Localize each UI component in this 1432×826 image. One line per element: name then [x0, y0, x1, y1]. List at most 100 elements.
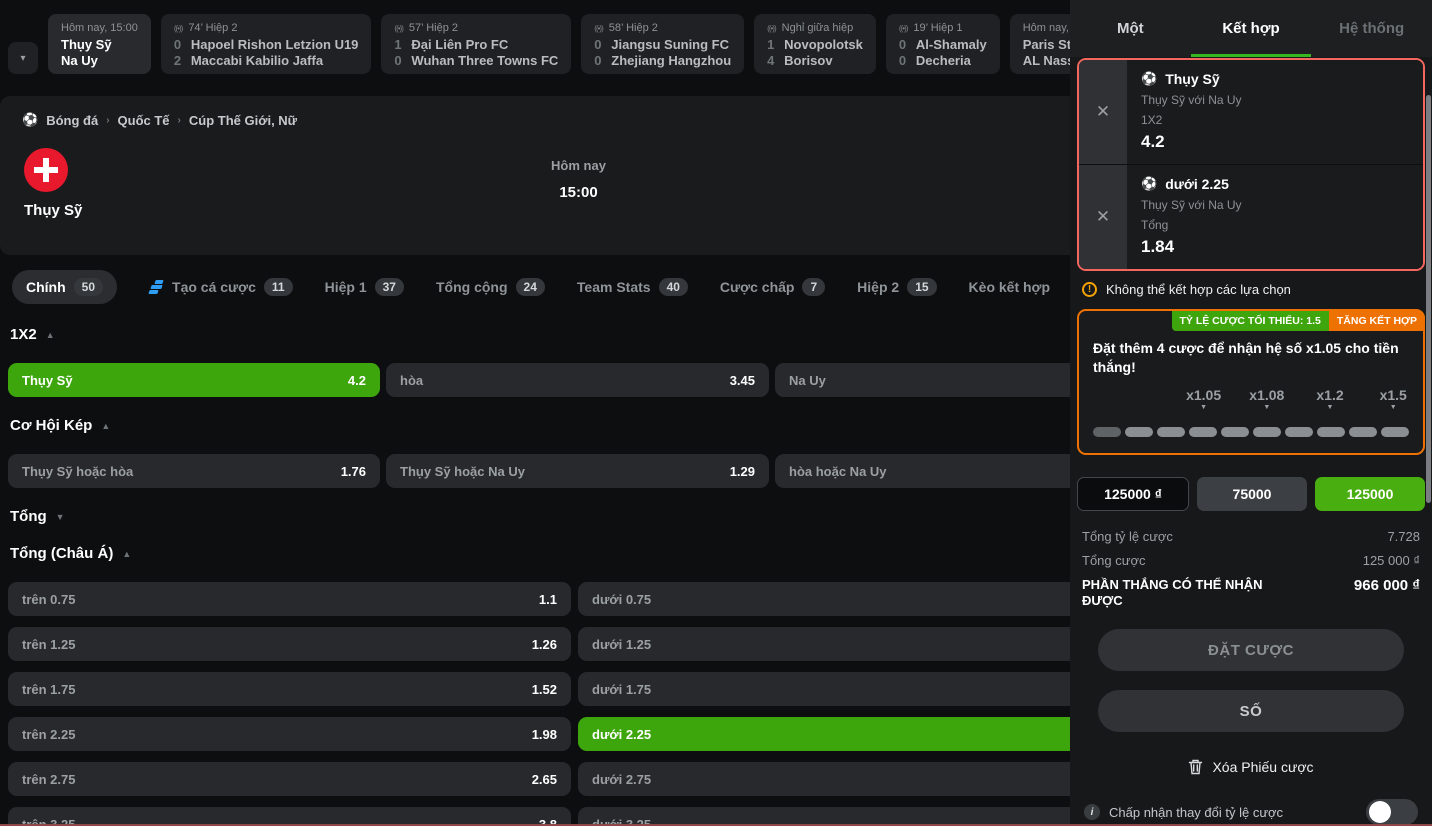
odds-value: 1.29	[730, 464, 755, 479]
so-button[interactable]: SỐ	[1098, 690, 1404, 732]
match-status-text: 74’ Hiệp 2	[188, 22, 237, 34]
team-row: AL Nass	[1023, 53, 1075, 69]
market-title-text: Tổng (Châu Á)	[10, 545, 113, 562]
ticker-match-card[interactable]: ((•)) 74’ Hiệp 2 0Hapoel Rishon Letzion U1…	[161, 14, 372, 74]
team-name: Al-Shamaly	[916, 37, 987, 53]
clear-slip-label: Xóa Phiếu cược	[1212, 759, 1313, 775]
tab-tổng-cộng[interactable]: Tổng cộng24	[436, 278, 545, 296]
odds-label: dưới 1.75	[592, 682, 651, 697]
team-score: 0	[594, 53, 602, 69]
match-status-text: 58’ Hiệp 2	[609, 22, 658, 34]
quick-stake-button[interactable]: 125000	[1315, 477, 1425, 511]
breadcrumb-item[interactable]: Quốc Tế	[118, 113, 170, 128]
accept-odds-label: Chấp nhận thay đổi tỷ lệ cược	[1109, 805, 1283, 820]
market-section-title[interactable]: Tổng▼	[10, 508, 1157, 525]
market-section-title[interactable]: Tổng (Châu Á)▲	[10, 545, 1157, 562]
tab-cược-chấp[interactable]: Cược chấp7	[720, 278, 825, 296]
tab-count-badge: 40	[659, 278, 688, 296]
bet-builder-bar	[150, 285, 162, 289]
odds-value: 1.1	[539, 592, 557, 607]
place-bet-button[interactable]: ĐẶT CƯỢC	[1098, 629, 1404, 671]
progress-segment	[1189, 427, 1217, 437]
multiplier-step: x1.5▼	[1380, 387, 1407, 411]
combo-boost-promo: TỶ LỆ CƯỢC TỐI THIỂU: 1.5 TĂNG KẾT HỢP Đ…	[1077, 309, 1425, 455]
remove-selection-button[interactable]: ✕	[1079, 60, 1127, 164]
ticker-dropdown-button[interactable]: ▾	[8, 42, 38, 74]
multiplier-caret-icon: ▼	[1263, 404, 1270, 411]
tab-count-badge: 15	[907, 278, 936, 296]
progress-segment	[1253, 427, 1281, 437]
team-row: 1Novopolotsk	[767, 37, 863, 53]
scrollbar-thumb[interactable]	[1426, 95, 1431, 503]
odds-button[interactable]: Thụy Sỹ4.2	[8, 363, 380, 397]
accept-odds-toggle[interactable]	[1366, 799, 1418, 825]
multiplier-labels: x1.05▼x1.08▼x1.2▼x1.5▼	[1093, 387, 1409, 427]
odds-button[interactable]: hòa3.45	[386, 363, 769, 397]
bet-selection: ✕⚽dưới 2.25Thụy Sỹ với Na UyTổng1.84	[1079, 165, 1423, 269]
odds-button[interactable]: trên 2.752.65	[8, 762, 571, 796]
breadcrumb-separator: ›	[106, 115, 109, 126]
trash-icon	[1188, 759, 1203, 775]
odds-label: trên 1.25	[22, 637, 75, 652]
odds-label: dưới 2.75	[592, 772, 651, 787]
odds-button[interactable]: trên 1.251.26	[8, 627, 571, 661]
bet-slip: MộtKết hợpHệ thống ✕⚽Thụy SỹThụy Sỹ với …	[1070, 0, 1432, 826]
tab-chính[interactable]: Chính50	[12, 270, 117, 304]
quick-stake-button[interactable]: 75000	[1197, 477, 1307, 511]
team-name: Na Uy	[61, 53, 98, 69]
team-score: 4	[767, 53, 775, 69]
odds-button[interactable]: trên 2.251.98	[8, 717, 571, 751]
odds-value: 3.45	[730, 373, 755, 388]
bet-slip-tab-một[interactable]: Một	[1070, 0, 1191, 57]
live-icon: ((•))	[174, 24, 182, 33]
selection-body: ⚽Thụy SỹThụy Sỹ với Na Uy1X24.2	[1127, 60, 1254, 164]
remove-selection-button[interactable]: ✕	[1079, 165, 1127, 269]
team-name: Hapoel Rishon Letzion U19	[191, 37, 359, 53]
odds-label: dưới 0.75	[592, 592, 651, 607]
market-row: trên 1.751.52 dưới 1.75	[8, 672, 1157, 706]
breadcrumb-item[interactable]: Cúp Thế Giới, Nữ	[189, 113, 297, 128]
stake-amount-input[interactable]: 125000 ₫	[1077, 477, 1189, 511]
match-status: ((•))57’ Hiệp 2	[394, 22, 558, 34]
odds-button[interactable]: Thụy Sỹ hoặc hòa1.76	[8, 454, 380, 488]
chevron-down-icon: ▾	[20, 53, 25, 64]
tab-label: Cược chấp	[720, 279, 795, 295]
football-icon: ⚽	[1141, 176, 1157, 192]
ticker-match-card[interactable]: ((•))19’ Hiệp 10Al-Shamaly0Decheria	[886, 14, 1000, 74]
selection-title: ⚽dưới 2.25	[1141, 176, 1242, 192]
progress-segment	[1157, 427, 1185, 437]
odds-label: Thụy Sỹ hoặc hòa	[22, 464, 133, 479]
ticker-match-card[interactable]: ((•))Nghỉ giữa hiệp1Novopolotsk4Borisov	[754, 14, 876, 74]
odds-button[interactable]: trên 1.751.52	[8, 672, 571, 706]
odds-button[interactable]: trên 0.751.1	[8, 582, 571, 616]
tab-team-stats[interactable]: Team Stats40	[577, 278, 688, 296]
expand-icon: ▼	[56, 512, 65, 522]
tab-tạo-cá-cược[interactable]: Tạo cá cược11	[149, 278, 293, 296]
tab-hiệp-1[interactable]: Hiệp 137	[325, 278, 404, 296]
promo-text: Đặt thêm 4 cược để nhận hệ số x1.05 cho …	[1093, 339, 1409, 377]
team-name: Borisov	[784, 53, 832, 69]
bet-slip-tab-hệ-thống[interactable]: Hệ thống	[1311, 0, 1432, 57]
odds-button[interactable]: Thụy Sỹ hoặc Na Uy1.29	[386, 454, 769, 488]
match-status: ((•))19’ Hiệp 1	[899, 22, 987, 34]
bet-builder-bar	[148, 290, 158, 294]
ticker-match-card[interactable]: Hôm nay, 15:00Thụy SỹNa Uy	[48, 14, 151, 74]
bet-slip-tab-kết-hợp[interactable]: Kết hợp	[1191, 0, 1312, 57]
clear-slip-button[interactable]: Xóa Phiếu cược	[1070, 759, 1432, 775]
ticker-match-card[interactable]: ((•))57’ Hiệp 21Đại Liên Pro FC0Wuhan Th…	[381, 14, 571, 74]
odds-label: Thụy Sỹ	[22, 373, 73, 388]
tab-kèo-kết-hợp[interactable]: Kèo kết hợp	[969, 279, 1051, 295]
market-section-title[interactable]: Cơ Hội Kép▲	[10, 417, 1157, 434]
ticker-match-card[interactable]: ((•))58’ Hiệp 20Jiangsu Suning FC0Zhejia…	[581, 14, 744, 74]
odds-label: dưới 1.25	[592, 637, 651, 652]
breadcrumb-item[interactable]: Bóng đá	[46, 113, 98, 128]
team-name: Zhejiang Hangzhou	[611, 53, 731, 69]
multiplier-step: x1.2▼	[1316, 387, 1343, 411]
bet-builder-bar	[154, 280, 163, 284]
tab-hiệp-2[interactable]: Hiệp 215	[857, 278, 936, 296]
bet-slip-tabs: MộtKết hợpHệ thống	[1070, 0, 1432, 57]
market-row: Thụy Sỹ4.2hòa3.45Na Uy	[8, 363, 1157, 397]
market-section-title[interactable]: 1X2▲	[10, 326, 1157, 343]
stake-row: 125000 ₫75000125000	[1077, 477, 1425, 511]
team-row: 0Hapoel Rishon Letzion U19	[174, 37, 359, 53]
